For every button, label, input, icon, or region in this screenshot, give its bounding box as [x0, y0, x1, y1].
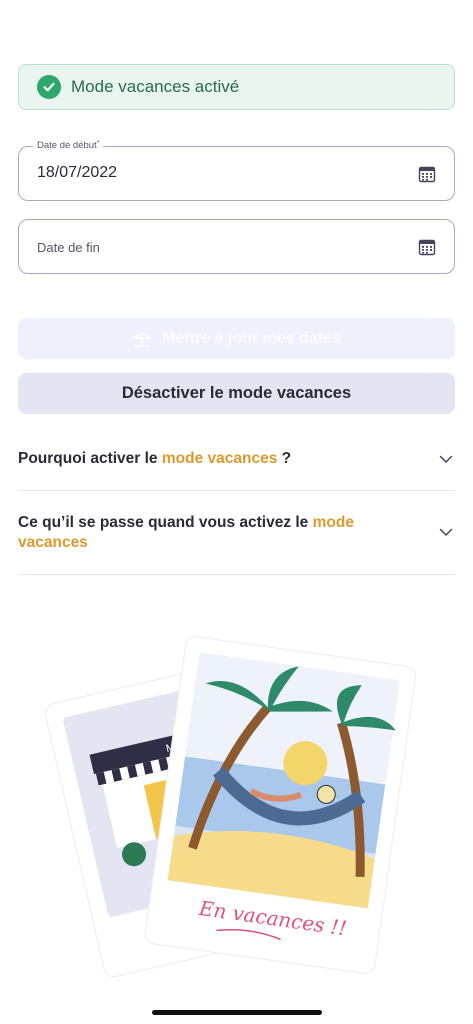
start-date-value[interactable]: 18/07/2022 [37, 164, 117, 182]
vacation-polaroids-illustration: MO En En vacances !! [44, 636, 416, 978]
update-dates-button[interactable]: Mettre à jour mes dates [18, 318, 455, 359]
disable-vacation-mode-button[interactable]: Désactiver le mode vacances [18, 373, 455, 414]
home-indicator [152, 1010, 322, 1015]
status-text: Mode vacances activé [71, 77, 240, 96]
beach-umbrella-icon [132, 332, 153, 347]
vacation-mode-status-banner: Mode vacances activé [18, 64, 455, 110]
update-dates-label: Mettre à jour mes dates [162, 329, 341, 347]
start-date-label: Date de début* [33, 140, 104, 151]
disable-vacation-mode-label: Désactiver le mode vacances [121, 384, 352, 402]
end-date-placeholder[interactable]: Date de fin [37, 240, 100, 255]
faq-item-why-activate[interactable]: Pourquoi activer le mode vacances ? [18, 440, 455, 491]
check-circle-icon [37, 75, 61, 99]
chevron-down-icon[interactable] [439, 525, 453, 539]
calendar-icon[interactable] [418, 238, 436, 256]
faq-question: Pourquoi activer le mode vacances ? [18, 450, 292, 467]
faq-item-what-happens[interactable]: Ce qu’il se passe quand vous activez le … [18, 491, 455, 575]
faq-question: Ce qu’il se passe quand vous activez le … [18, 514, 354, 551]
end-date-field[interactable]: Date de fin [18, 219, 455, 274]
start-date-field[interactable]: Date de début* 18/07/2022 [18, 140, 455, 201]
calendar-icon[interactable] [418, 165, 436, 183]
chevron-down-icon[interactable] [439, 452, 453, 466]
